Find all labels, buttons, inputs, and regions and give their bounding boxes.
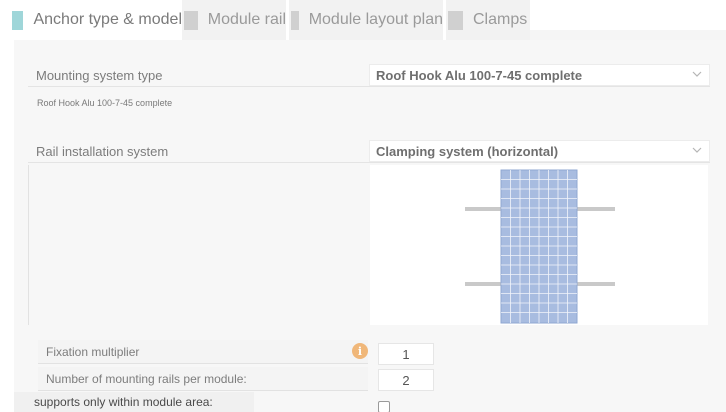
left-spacer-area xyxy=(28,165,368,325)
tab-bar: Anchor type & model Module rail Module l… xyxy=(0,0,726,40)
supports-within-module-checkbox[interactable] xyxy=(378,401,390,412)
tab-marker-icon xyxy=(448,10,463,30)
module-rail-diagram xyxy=(465,169,615,324)
tab-anchor-type-model[interactable]: Anchor type & model xyxy=(0,0,182,40)
fixation-multiplier-label-box: Fixation multiplier xyxy=(38,340,368,364)
mounting-system-subtext: Roof Hook Alu 100-7-45 complete xyxy=(37,98,173,108)
info-icon[interactable]: i xyxy=(352,343,368,359)
rail-installation-value: Clamping system (horizontal) xyxy=(376,143,559,159)
tab-marker-icon xyxy=(291,10,299,30)
tab-module-layout-plan[interactable]: Module layout plan xyxy=(289,0,443,40)
tab-label: Clamps xyxy=(473,11,528,28)
chevron-down-icon xyxy=(692,71,702,77)
rail-installation-select[interactable]: Clamping system (horizontal) xyxy=(369,140,710,162)
mounting-system-label: Mounting system type xyxy=(36,67,163,83)
tab-marker-icon xyxy=(184,10,198,30)
mounting-system-select[interactable]: Roof Hook Alu 100-7-45 complete xyxy=(369,64,710,86)
tab-module-rail[interactable]: Module rail xyxy=(182,0,286,40)
mounting-system-row: Mounting system type xyxy=(36,64,356,86)
chevron-down-icon xyxy=(692,147,702,153)
fixation-multiplier-value: 1 xyxy=(402,346,410,362)
row-divider xyxy=(28,86,710,87)
rail-installation-row: Rail installation system xyxy=(36,140,356,162)
mounting-preview-image xyxy=(370,165,708,325)
row-divider xyxy=(28,162,710,163)
mounting-rails-value: 2 xyxy=(402,372,410,388)
supports-within-module-row: supports only within module area: xyxy=(14,392,254,412)
tab-label: Anchor type & model xyxy=(33,11,182,28)
mounting-rails-label: Number of mounting rails per module: xyxy=(46,371,247,386)
tab-bar-fill xyxy=(530,30,726,40)
tab-clamps[interactable]: Clamps xyxy=(446,0,530,40)
rail-installation-label: Rail installation system xyxy=(36,143,169,159)
mounting-rails-input[interactable]: 2 xyxy=(378,369,434,391)
tab-label: Module rail xyxy=(207,11,286,28)
fixation-multiplier-label: Fixation multiplier xyxy=(46,344,140,359)
info-icon-glyph: i xyxy=(357,344,363,358)
supports-within-module-label: supports only within module area: xyxy=(34,395,213,409)
tab-label: Module layout plan xyxy=(308,11,443,28)
mounting-system-value: Roof Hook Alu 100-7-45 complete xyxy=(376,67,583,83)
mounting-rails-label-box: Number of mounting rails per module: xyxy=(38,367,368,391)
tab-marker-icon xyxy=(12,10,24,30)
fixation-multiplier-input[interactable]: 1 xyxy=(378,343,434,365)
